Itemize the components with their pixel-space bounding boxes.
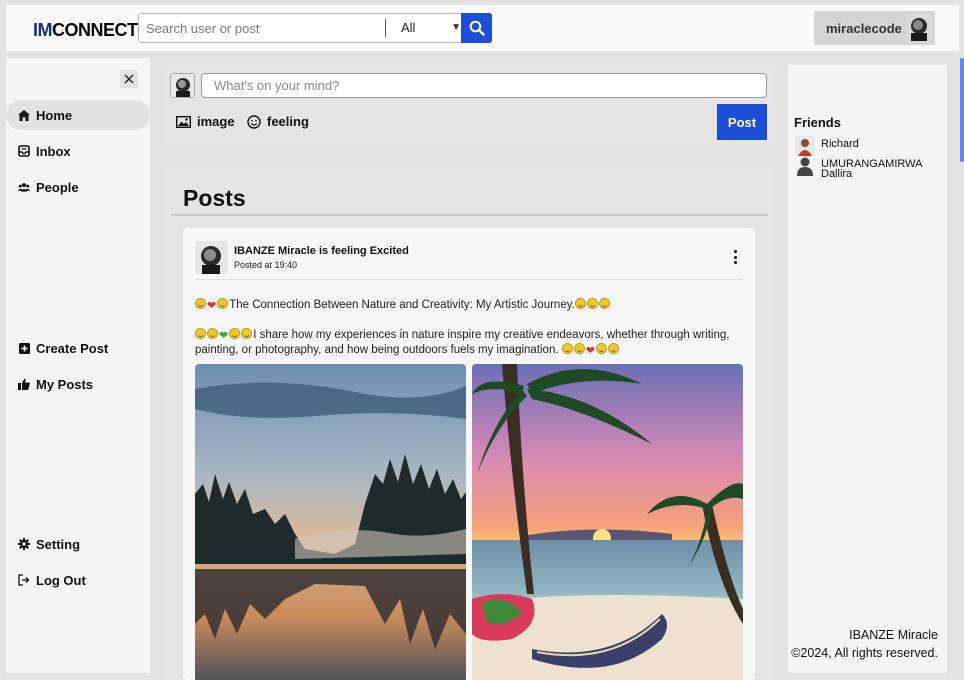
search-input[interactable]: [139, 14, 384, 42]
divider: [171, 214, 768, 216]
plus-square-icon: [18, 342, 30, 354]
inbox-icon: [18, 145, 30, 157]
post-image-beach[interactable]: [472, 364, 743, 680]
search-divider: [385, 19, 386, 37]
post-card: IBANZE Miracle is feeling Excited Posted…: [183, 228, 755, 680]
search-filter-select[interactable]: All ▼: [391, 14, 461, 42]
friends-panel: Friends Richard UMURANGAMIRWA Dallira IBA…: [788, 65, 947, 673]
avatar: [906, 14, 933, 41]
more-options-icon[interactable]: [730, 250, 740, 264]
top-header: IMCONNECT All ▼ miraclecode: [6, 5, 959, 51]
footer-author: IBANZE Miracle: [849, 628, 938, 642]
divider: [195, 279, 743, 280]
search-icon: [469, 20, 485, 36]
avatar[interactable]: [195, 241, 228, 274]
search-button[interactable]: [461, 13, 492, 43]
post-timestamp: Posted at 19:40: [234, 260, 298, 270]
sidebar-item-logout[interactable]: Log Out: [6, 565, 150, 595]
sidebar-item-home[interactable]: Home: [6, 100, 150, 130]
add-feeling-button[interactable]: feeling: [247, 114, 309, 129]
post-text-line2: ❤ I share how my experiences in nature in…: [195, 328, 730, 357]
post-composer: What's on your mind? image feeling Post: [165, 65, 773, 147]
sidebar-item-people[interactable]: People: [6, 172, 150, 202]
friend-item-richard[interactable]: Richard: [795, 136, 859, 156]
people-icon: [18, 181, 30, 193]
close-icon: [124, 74, 134, 84]
add-image-button[interactable]: image: [176, 114, 235, 129]
image-icon: [176, 115, 191, 128]
friend-item-umurangamirwa[interactable]: UMURANGAMIRWA Dallira: [795, 156, 922, 180]
sidebar-item-inbox[interactable]: Inbox: [6, 136, 150, 166]
thumbs-up-icon: [18, 378, 30, 390]
post-text-line1: ❤ The Connection Between Nature and Creat…: [195, 298, 747, 313]
search-bar: All ▼: [138, 13, 492, 43]
sidebar-item-setting[interactable]: Setting: [6, 529, 150, 559]
chevron-down-icon: ▼: [451, 22, 461, 33]
status-input[interactable]: What's on your mind?: [201, 73, 767, 98]
logout-icon: [18, 574, 30, 586]
avatar: [795, 136, 815, 156]
home-icon: [18, 109, 30, 121]
post-button[interactable]: Post: [717, 104, 767, 140]
sidebar-item-my-posts[interactable]: My Posts: [6, 369, 150, 399]
friends-title: Friends: [794, 115, 841, 130]
username-label: miraclecode: [826, 21, 902, 36]
footer-copyright: ©2024, All rights reserved.: [791, 646, 938, 660]
sidebar: Home Inbox People Create Post My Posts S…: [6, 58, 150, 673]
gear-icon: [18, 538, 30, 550]
sidebar-item-create-post[interactable]: Create Post: [6, 333, 150, 363]
scrollbar[interactable]: [960, 58, 964, 162]
smiley-icon: [247, 114, 261, 129]
app-logo[interactable]: IMCONNECT: [33, 20, 138, 41]
user-profile-chip[interactable]: miraclecode: [814, 11, 935, 45]
close-sidebar-button[interactable]: [120, 70, 138, 88]
avatar: [170, 73, 195, 98]
user-icon: [795, 156, 815, 176]
post-author[interactable]: IBANZE Miracle is feeling Excited: [234, 245, 409, 257]
page-title: Posts: [183, 185, 246, 211]
post-image-lake[interactable]: [195, 364, 466, 680]
